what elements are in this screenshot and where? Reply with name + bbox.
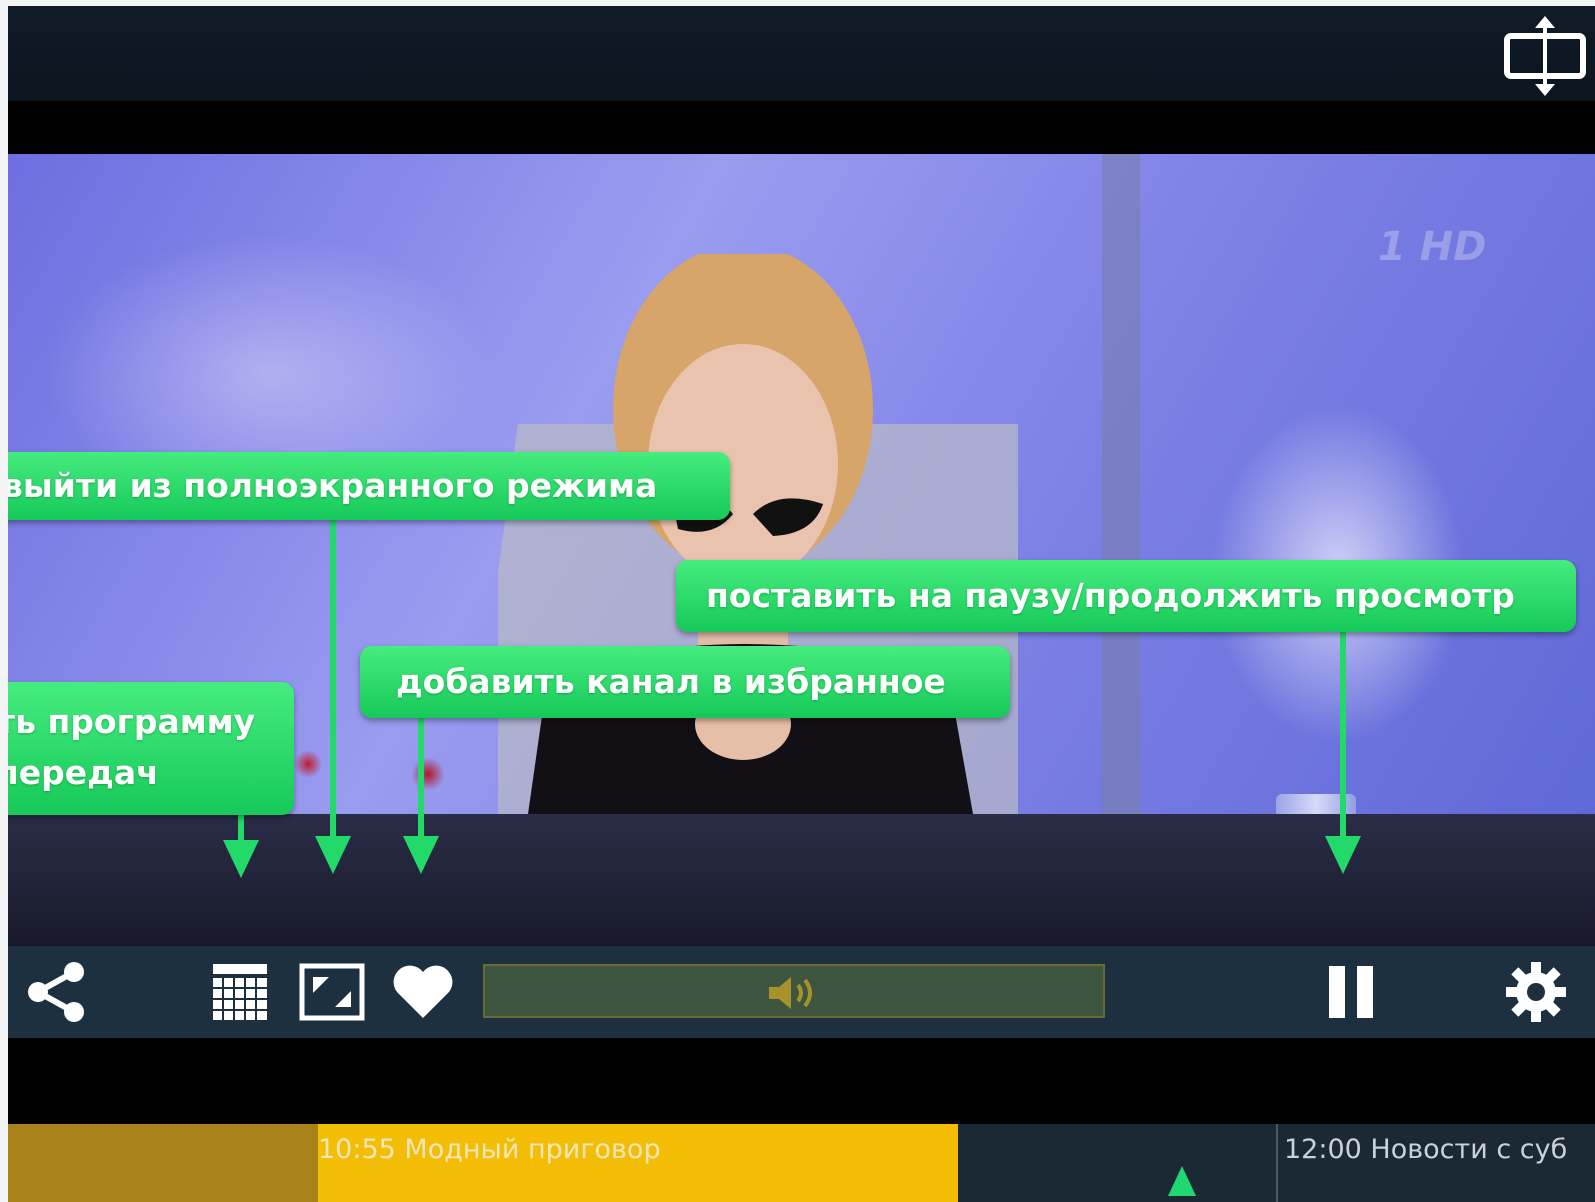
pause-button[interactable] [1316,956,1386,1028]
callout-program-guide: ть программу передач [8,682,294,815]
desk [8,814,1595,954]
arrow-favorite-line [418,716,424,841]
callout-add-favorite-text: добавить канал в избранное [396,662,946,701]
share-button[interactable] [16,956,96,1028]
callout-program-guide-line2: передач [8,753,159,792]
calendar-icon [213,964,267,1020]
callout-pause-resume: поставить на паузу/продолжить просмотр [676,560,1576,632]
epg-current-program[interactable]: 10:55 Модный приговор [318,1124,1196,1202]
epg-next-program[interactable]: 12:00 Новости с суб [1276,1124,1595,1202]
callout-pause-resume-text: поставить на паузу/продолжить просмотр [706,576,1515,615]
arrow-program-head [223,840,259,878]
arrow-favorite-head [403,836,439,874]
fullscreen-toggle-icon[interactable] [1503,16,1589,96]
favorite-button[interactable] [386,956,460,1028]
callout-exit-fullscreen-text: выйти из полноэкранного режима [8,466,658,505]
control-bar [8,946,1595,1038]
epg-next-label: 12:00 Новости с суб [1284,1134,1568,1165]
arrow-pause-head [1325,836,1361,874]
volume-icon[interactable] [765,974,825,1012]
epg-now-marker [1168,1166,1196,1196]
top-bar [8,6,1595,101]
share-icon [28,962,84,1022]
seek-bar[interactable] [483,964,1105,1018]
video-area[interactable]: 1 HD [8,154,1595,954]
program-guide-strip[interactable]: 10:55 Модный приговор 12:00 Новости с су… [8,1124,1595,1202]
arrow-exit-fullscreen-line [330,519,336,841]
channel-watermark: 1 HD [1378,224,1487,270]
epg-current-label: 10:55 Модный приговор [318,1134,661,1165]
pause-icon [1329,966,1373,1018]
arrow-pause-line [1340,631,1346,841]
arrow-exit-fullscreen-head [315,836,351,874]
epg-previous-program[interactable] [8,1124,318,1202]
black-band [8,1038,1595,1122]
callout-exit-fullscreen: выйти из полноэкранного режима [8,452,730,520]
gear-icon [1506,962,1566,1022]
exit-fullscreen-button[interactable] [294,956,370,1028]
settings-button[interactable] [1496,956,1576,1028]
heart-icon [393,965,453,1018]
exit-fullscreen-icon [299,963,365,1021]
player-frame: 1 HD 10:55 Модный приговор 12:00 Новости… [8,6,1595,1202]
callout-program-guide-line1: ть программу [8,702,256,741]
callout-add-favorite: добавить канал в избранное [360,646,1010,718]
program-guide-button[interactable] [204,956,276,1028]
